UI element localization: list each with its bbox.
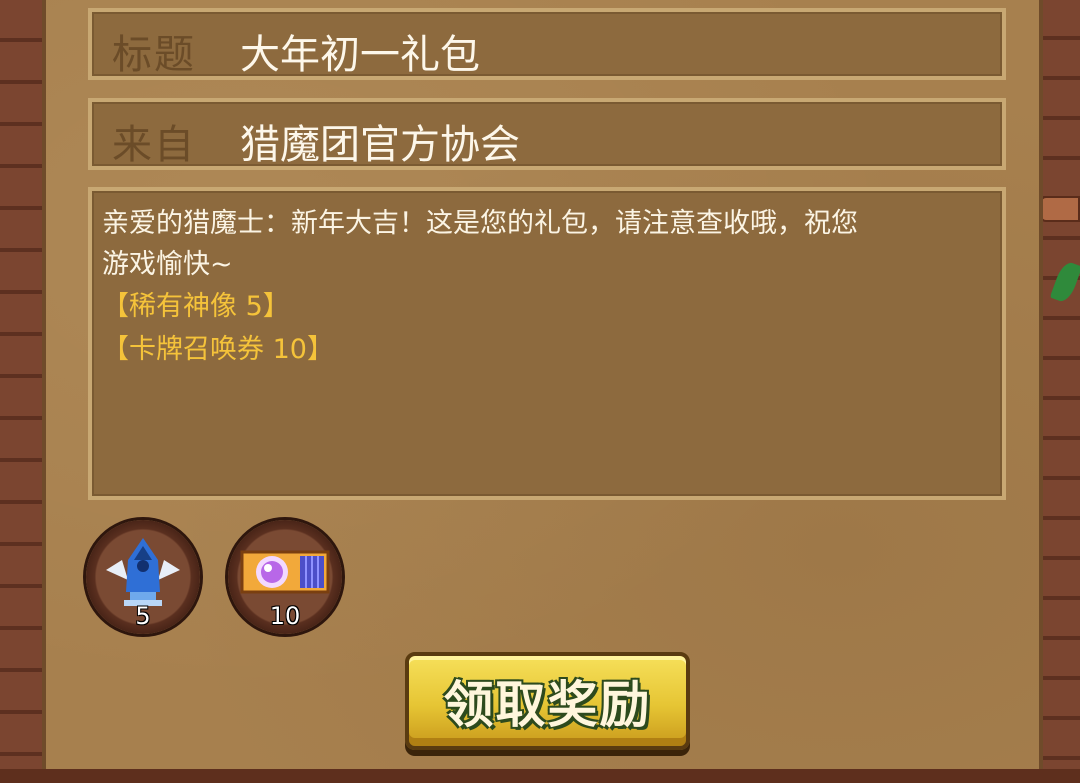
sender-value: 猎魔团官方协会 — [240, 122, 520, 168]
wooden-frame-right — [1037, 0, 1080, 783]
bottom-frame — [0, 769, 1080, 783]
reward-count: 10 — [269, 602, 301, 630]
mail-sender-field: 来自 猎魔团官方协会 — [88, 98, 1006, 170]
sender-label: 来自 — [112, 122, 196, 168]
branch-decoration — [1040, 196, 1080, 222]
claim-reward-button[interactable]: 领取奖励 — [405, 652, 690, 750]
reward-line: 【稀有神像 5】 — [102, 291, 290, 322]
claim-reward-label: 领取奖励 — [443, 676, 652, 734]
mail-body-text: 亲爱的猎魔士：新年大吉！这是您的礼包，请注意查收哦，祝您 游戏愉快~ — [102, 208, 858, 280]
reward-item-card-summon-ticket[interactable]: 10 — [228, 520, 342, 634]
wooden-frame-left — [0, 0, 45, 783]
mail-message-box[interactable]: 亲爱的猎魔士：新年大吉！这是您的礼包，请注意查收哦，祝您 游戏愉快~ 【稀有神像… — [88, 187, 1006, 500]
reward-item-rare-statue[interactable]: 5 — [86, 520, 200, 634]
reward-count: 5 — [135, 602, 151, 630]
title-label: 标题 — [112, 32, 196, 78]
leaf-decoration — [1049, 259, 1080, 305]
mail-title-field: 标题 大年初一礼包 — [88, 8, 1006, 80]
reward-line: 【卡牌召唤券 10】 — [102, 334, 334, 365]
title-value: 大年初一礼包 — [240, 32, 480, 78]
